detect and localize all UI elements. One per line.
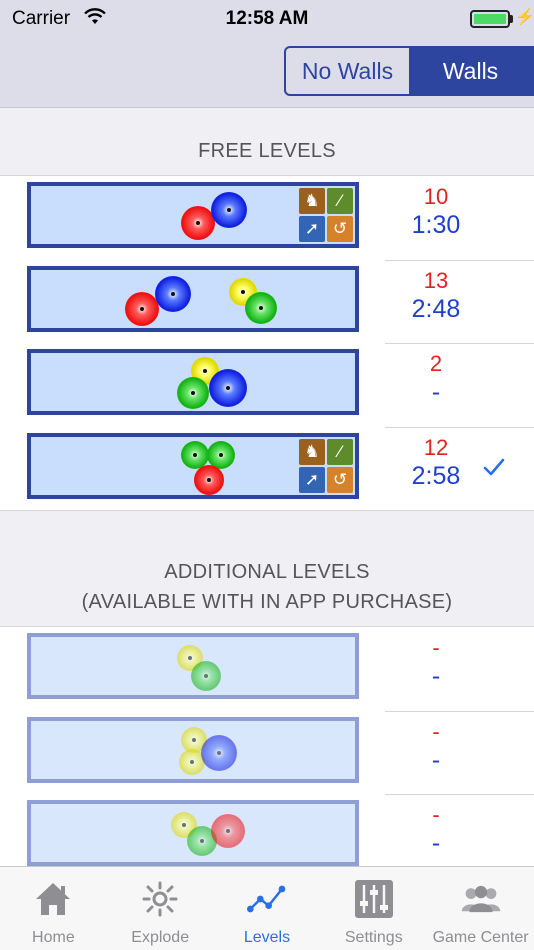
chess-knight-icon: ♞ [299, 188, 325, 214]
additional-levels-list: - - - - - - [0, 626, 534, 879]
level-thumbnail[interactable] [27, 633, 359, 699]
explode-icon [140, 879, 180, 919]
level-thumbnail[interactable]: ♞ ⁄ ➚ ↺ [27, 182, 359, 248]
blue-ball [209, 369, 247, 407]
tab-home[interactable]: Home [0, 867, 107, 950]
charging-icon: ⚡ [515, 9, 534, 26]
red-ball [181, 206, 215, 240]
additional-levels-subheader: (AVAILABLE WITH IN APP PURCHASE) [81, 591, 453, 613]
blue-ball [155, 275, 191, 312]
wand-icon: ⁄ [327, 438, 353, 465]
blue-ball [211, 192, 247, 228]
level-score: 2 [429, 351, 443, 376]
wand-icon: ⁄ [327, 188, 353, 214]
level-time: - [431, 745, 441, 774]
battery-icon [470, 10, 510, 28]
tab-label: Levels [243, 929, 291, 946]
level-time: - [431, 662, 441, 690]
level-time: 1:30 [411, 211, 461, 239]
tab-label: Home [32, 929, 75, 946]
tab-bar: Home Explode Levels Settings Game Center [0, 866, 534, 950]
level-thumbnail[interactable]: ♞ ⁄ ➚ ↺ [27, 432, 359, 499]
level-score: 10 [423, 184, 449, 209]
walls-segmented-control: No Walls Walls [284, 46, 534, 96]
tab-label: Settings [344, 929, 403, 946]
levels-icon [246, 879, 287, 919]
level-row[interactable]: ♞ ⁄ ➚ ↺ 10 1:30 [0, 176, 534, 260]
additional-levels-header: ADDITIONAL LEVELS [164, 561, 370, 583]
red-ball [211, 814, 245, 848]
level-score: 13 [423, 267, 449, 293]
powerups-badge: ♞ ⁄ ➚ ↺ [299, 438, 353, 493]
rocket-icon: ➚ [299, 466, 325, 493]
replay-icon: ↺ [327, 466, 353, 493]
blue-ball [201, 734, 237, 771]
level-time: - [431, 378, 441, 406]
green-ball [245, 291, 277, 324]
replay-icon: ↺ [327, 216, 353, 242]
red-ball [194, 464, 224, 495]
tab-settings[interactable]: Settings [320, 867, 427, 950]
level-thumbnail[interactable] [27, 800, 359, 866]
tab-label: Game Center [432, 929, 529, 946]
level-row[interactable]: - - [0, 627, 534, 711]
rocket-icon: ➚ [299, 216, 325, 242]
level-row[interactable]: ♞ ⁄ ➚ ↺ 12 2:58 [0, 426, 534, 511]
game-center-icon [461, 879, 501, 919]
settings-icon [354, 879, 394, 919]
navigation-bar: Carrier 12:58 AM ⚡ No Walls Walls [0, 0, 534, 108]
chess-knight-icon: ♞ [299, 438, 325, 465]
battery-cap [510, 15, 513, 23]
segment-walls[interactable]: Walls [409, 48, 532, 94]
tab-game-center[interactable]: Game Center [427, 867, 534, 950]
level-score: - [432, 718, 440, 744]
free-levels-list: ♞ ⁄ ➚ ↺ 10 1:30 13 2:48 2 - ♞ ⁄ ➚ ↺ 12 2… [0, 175, 534, 511]
level-thumbnail[interactable] [27, 716, 359, 783]
level-score: - [432, 635, 440, 660]
green-ball [177, 377, 209, 409]
level-time: 2:48 [411, 294, 461, 323]
clock: 12:58 AM [225, 8, 309, 29]
tab-levels[interactable]: Levels [214, 867, 321, 950]
red-ball [125, 291, 159, 326]
free-levels-header: FREE LEVELS [198, 140, 336, 162]
level-score: 12 [423, 434, 449, 460]
checkmark-icon [483, 458, 505, 475]
level-time: - [431, 829, 441, 857]
tab-label: Explode [131, 929, 190, 946]
tab-explode[interactable]: Explode [107, 867, 214, 950]
level-row[interactable]: - - [0, 794, 534, 878]
segment-no-walls[interactable]: No Walls [286, 48, 409, 94]
level-row[interactable]: - - [0, 710, 534, 795]
powerups-badge: ♞ ⁄ ➚ ↺ [299, 188, 353, 242]
home-icon [33, 879, 73, 919]
level-thumbnail[interactable] [27, 265, 359, 332]
level-score: - [432, 802, 440, 827]
level-time: 2:58 [411, 461, 461, 490]
green-ball [191, 661, 221, 691]
level-thumbnail[interactable] [27, 349, 359, 415]
level-row[interactable]: 13 2:48 [0, 259, 534, 344]
green-ball [181, 440, 209, 469]
level-row[interactable]: 2 - [0, 343, 534, 427]
status-bar: Carrier 12:58 AM ⚡ [0, 0, 534, 40]
